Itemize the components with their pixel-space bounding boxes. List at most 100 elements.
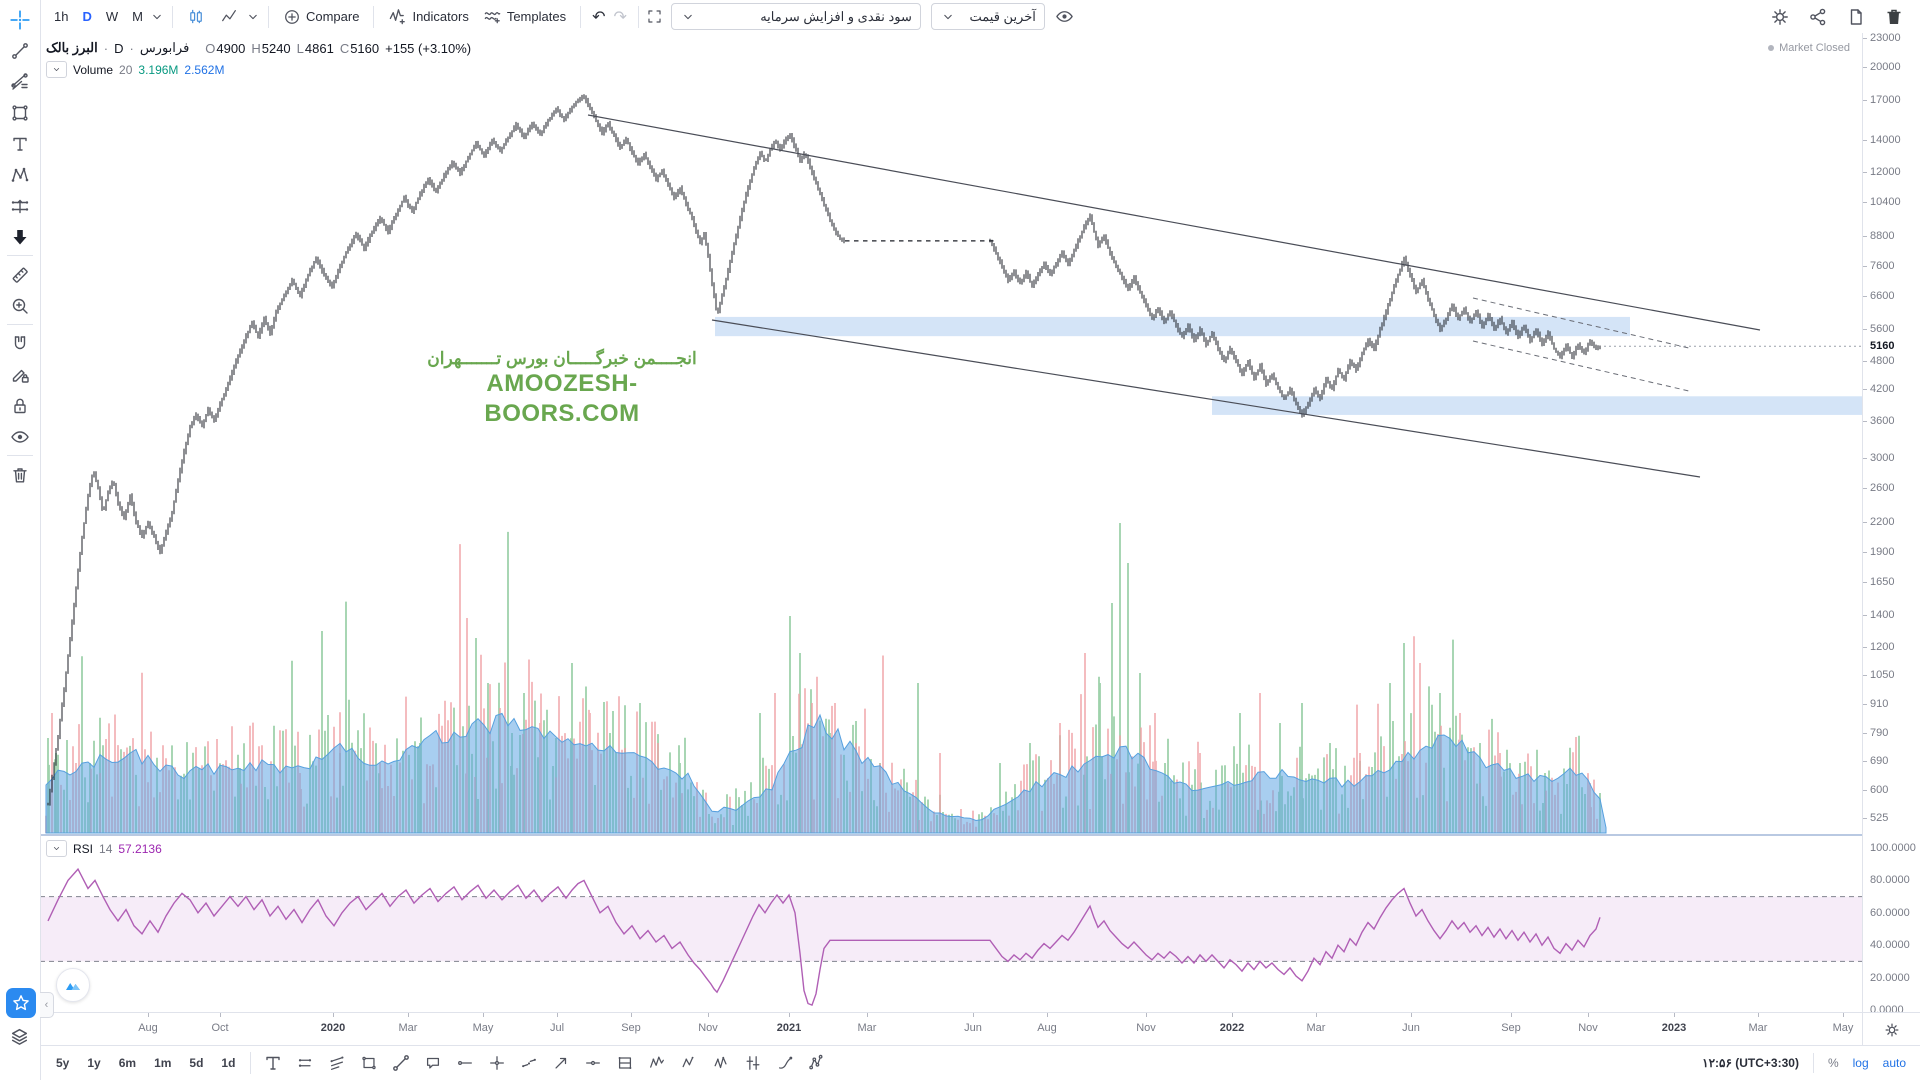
price-tick	[1863, 552, 1867, 553]
time-tick	[1588, 1013, 1589, 1017]
tool-text[interactable]	[4, 128, 36, 159]
range-6m[interactable]: 6m	[113, 1053, 142, 1073]
volume-ma-value: 2.562M	[184, 63, 224, 77]
favorite-xabcd-small[interactable]	[802, 1049, 832, 1077]
price-axis-label: 1650	[1870, 576, 1894, 588]
last-price-dropdown[interactable]: آخرین قیمت	[931, 3, 1045, 30]
tool-xabcd-pattern[interactable]	[4, 159, 36, 190]
favorite-horizontal-ray[interactable]	[450, 1049, 480, 1077]
chevron-down-icon[interactable]	[149, 9, 165, 25]
screenshot-icon[interactable]	[1846, 7, 1866, 27]
price-chart-canvas[interactable]	[40, 33, 1862, 1012]
compare-button[interactable]: Compare	[276, 5, 366, 29]
favorite-bars-pattern[interactable]	[738, 1049, 768, 1077]
price-tick	[1863, 458, 1867, 459]
tool-ruler[interactable]	[4, 259, 36, 290]
time-axis[interactable]: AugOct2020MarMayJulSepNov2021MarJunAugNo…	[40, 1012, 1862, 1047]
favorite-callout[interactable]	[418, 1049, 448, 1077]
log-scale-button[interactable]: log	[1853, 1056, 1869, 1070]
collapse-toolbar-tab[interactable]: ‹	[40, 992, 54, 1018]
tool-zoom-in[interactable]	[4, 290, 36, 321]
tool-magnet[interactable]	[4, 328, 36, 359]
time-axis-label: Jul	[535, 1022, 579, 1034]
object-tree-button[interactable]	[9, 1026, 30, 1052]
favorite-elliott-impulse[interactable]	[642, 1049, 672, 1077]
price-tick	[1863, 140, 1867, 141]
star-icon	[11, 993, 31, 1013]
price-axis[interactable]: 2300020000170001400012000104008800760066…	[1862, 33, 1920, 1012]
time-tick	[1232, 1013, 1233, 1017]
timeframe-D[interactable]: D	[76, 6, 97, 27]
chevron-down-icon[interactable]	[245, 9, 261, 25]
favorite-fib-box[interactable]	[610, 1049, 640, 1077]
range-5d[interactable]: 5d	[183, 1053, 209, 1073]
tool-drawing-sync[interactable]	[4, 359, 36, 390]
chart-area[interactable]: انجــــمن خبرگـــــان بورس تـــــــهران …	[40, 33, 1862, 1012]
favorite-trend-line[interactable]	[386, 1049, 416, 1077]
favorites-star-button[interactable]	[6, 988, 36, 1018]
corporate-actions-value: سود نقدی و افزایش سرمایه	[760, 9, 912, 25]
gear-icon[interactable]	[1770, 7, 1790, 27]
volume-label: Volume	[73, 63, 113, 77]
volume-collapse-button[interactable]	[46, 61, 67, 78]
corporate-actions-dropdown[interactable]: سود نقدی و افزایش سرمایه	[671, 3, 921, 30]
tool-trend-line[interactable]	[4, 35, 36, 66]
candlestick-style-icon[interactable]	[180, 4, 213, 29]
indicators-icon	[388, 7, 407, 26]
time-axis-label: Sep	[1489, 1022, 1533, 1034]
price-tick	[1863, 236, 1867, 237]
timezone-corner[interactable]	[1862, 1012, 1920, 1047]
favorite-cross-line[interactable]	[482, 1049, 512, 1077]
timeframe-M[interactable]: M	[126, 6, 149, 27]
timeframe-W[interactable]: W	[100, 6, 124, 27]
clock[interactable]: ۱۲:۵۶ (UTC+3:30)	[1702, 1056, 1799, 1070]
range-1y[interactable]: 1y	[81, 1053, 106, 1073]
favorite-horizontal-line[interactable]	[578, 1049, 608, 1077]
price-axis-label: 14000	[1870, 134, 1901, 146]
favorite-trend-channel[interactable]	[322, 1049, 352, 1077]
timeframe-1h[interactable]: 1h	[48, 6, 74, 27]
range-5y[interactable]: 5y	[50, 1053, 75, 1073]
favorite-text[interactable]	[258, 1049, 288, 1077]
tool-lock-all[interactable]	[4, 390, 36, 421]
time-axis-label: Nov	[1124, 1022, 1168, 1034]
hide-marks-eye-icon[interactable]	[1055, 7, 1074, 26]
tool-arrow-down[interactable]	[4, 221, 36, 252]
favorite-elliott-correction[interactable]	[674, 1049, 704, 1077]
range-1d[interactable]: 1d	[215, 1053, 241, 1073]
favorite-brush[interactable]	[770, 1049, 800, 1077]
market-status-dot	[1768, 45, 1774, 51]
price-axis-label: 4800	[1870, 355, 1894, 367]
share-icon[interactable]	[1808, 7, 1828, 27]
tool-crosshair[interactable]	[4, 4, 36, 35]
favorite-arrow-marker[interactable]	[546, 1049, 576, 1077]
undo-icon[interactable]: ↶	[588, 7, 609, 27]
fullscreen-icon[interactable]	[646, 8, 663, 25]
provider-logo[interactable]	[56, 968, 90, 1002]
favorite-rectangle[interactable]	[354, 1049, 384, 1077]
tool-projection[interactable]	[4, 190, 36, 221]
tool-hide-all[interactable]	[4, 421, 36, 452]
tool-remove-all[interactable]	[4, 459, 36, 490]
templates-button[interactable]: Templates	[476, 4, 573, 29]
volume-legend: Volume 20 3.196M 2.562M	[46, 61, 224, 78]
price-axis-label: 4200	[1870, 383, 1894, 395]
favorite-disjoint-channel[interactable]	[514, 1049, 544, 1077]
tool-shapes[interactable]	[4, 97, 36, 128]
symbol-interval: D	[114, 41, 123, 56]
trash-icon[interactable]	[1884, 7, 1904, 27]
indicators-button[interactable]: Indicators	[381, 4, 475, 29]
range-1m[interactable]: 1m	[148, 1053, 177, 1073]
low-value: 4861	[305, 41, 334, 56]
time-axis-label: Mar	[386, 1022, 430, 1034]
line-style-icon[interactable]	[213, 5, 245, 29]
auto-scale-button[interactable]: auto	[1883, 1056, 1906, 1070]
rsi-collapse-button[interactable]	[46, 840, 67, 857]
time-tick	[1758, 1013, 1759, 1017]
symbol-name[interactable]: البرز بالک	[46, 40, 98, 56]
redo-icon[interactable]: ↷	[609, 7, 630, 27]
tool-fib-retracement[interactable]	[4, 66, 36, 97]
favorite-elliott-wave[interactable]	[706, 1049, 736, 1077]
favorite-parallel-lines[interactable]	[290, 1049, 320, 1077]
percent-scale-button[interactable]: %	[1828, 1056, 1839, 1070]
